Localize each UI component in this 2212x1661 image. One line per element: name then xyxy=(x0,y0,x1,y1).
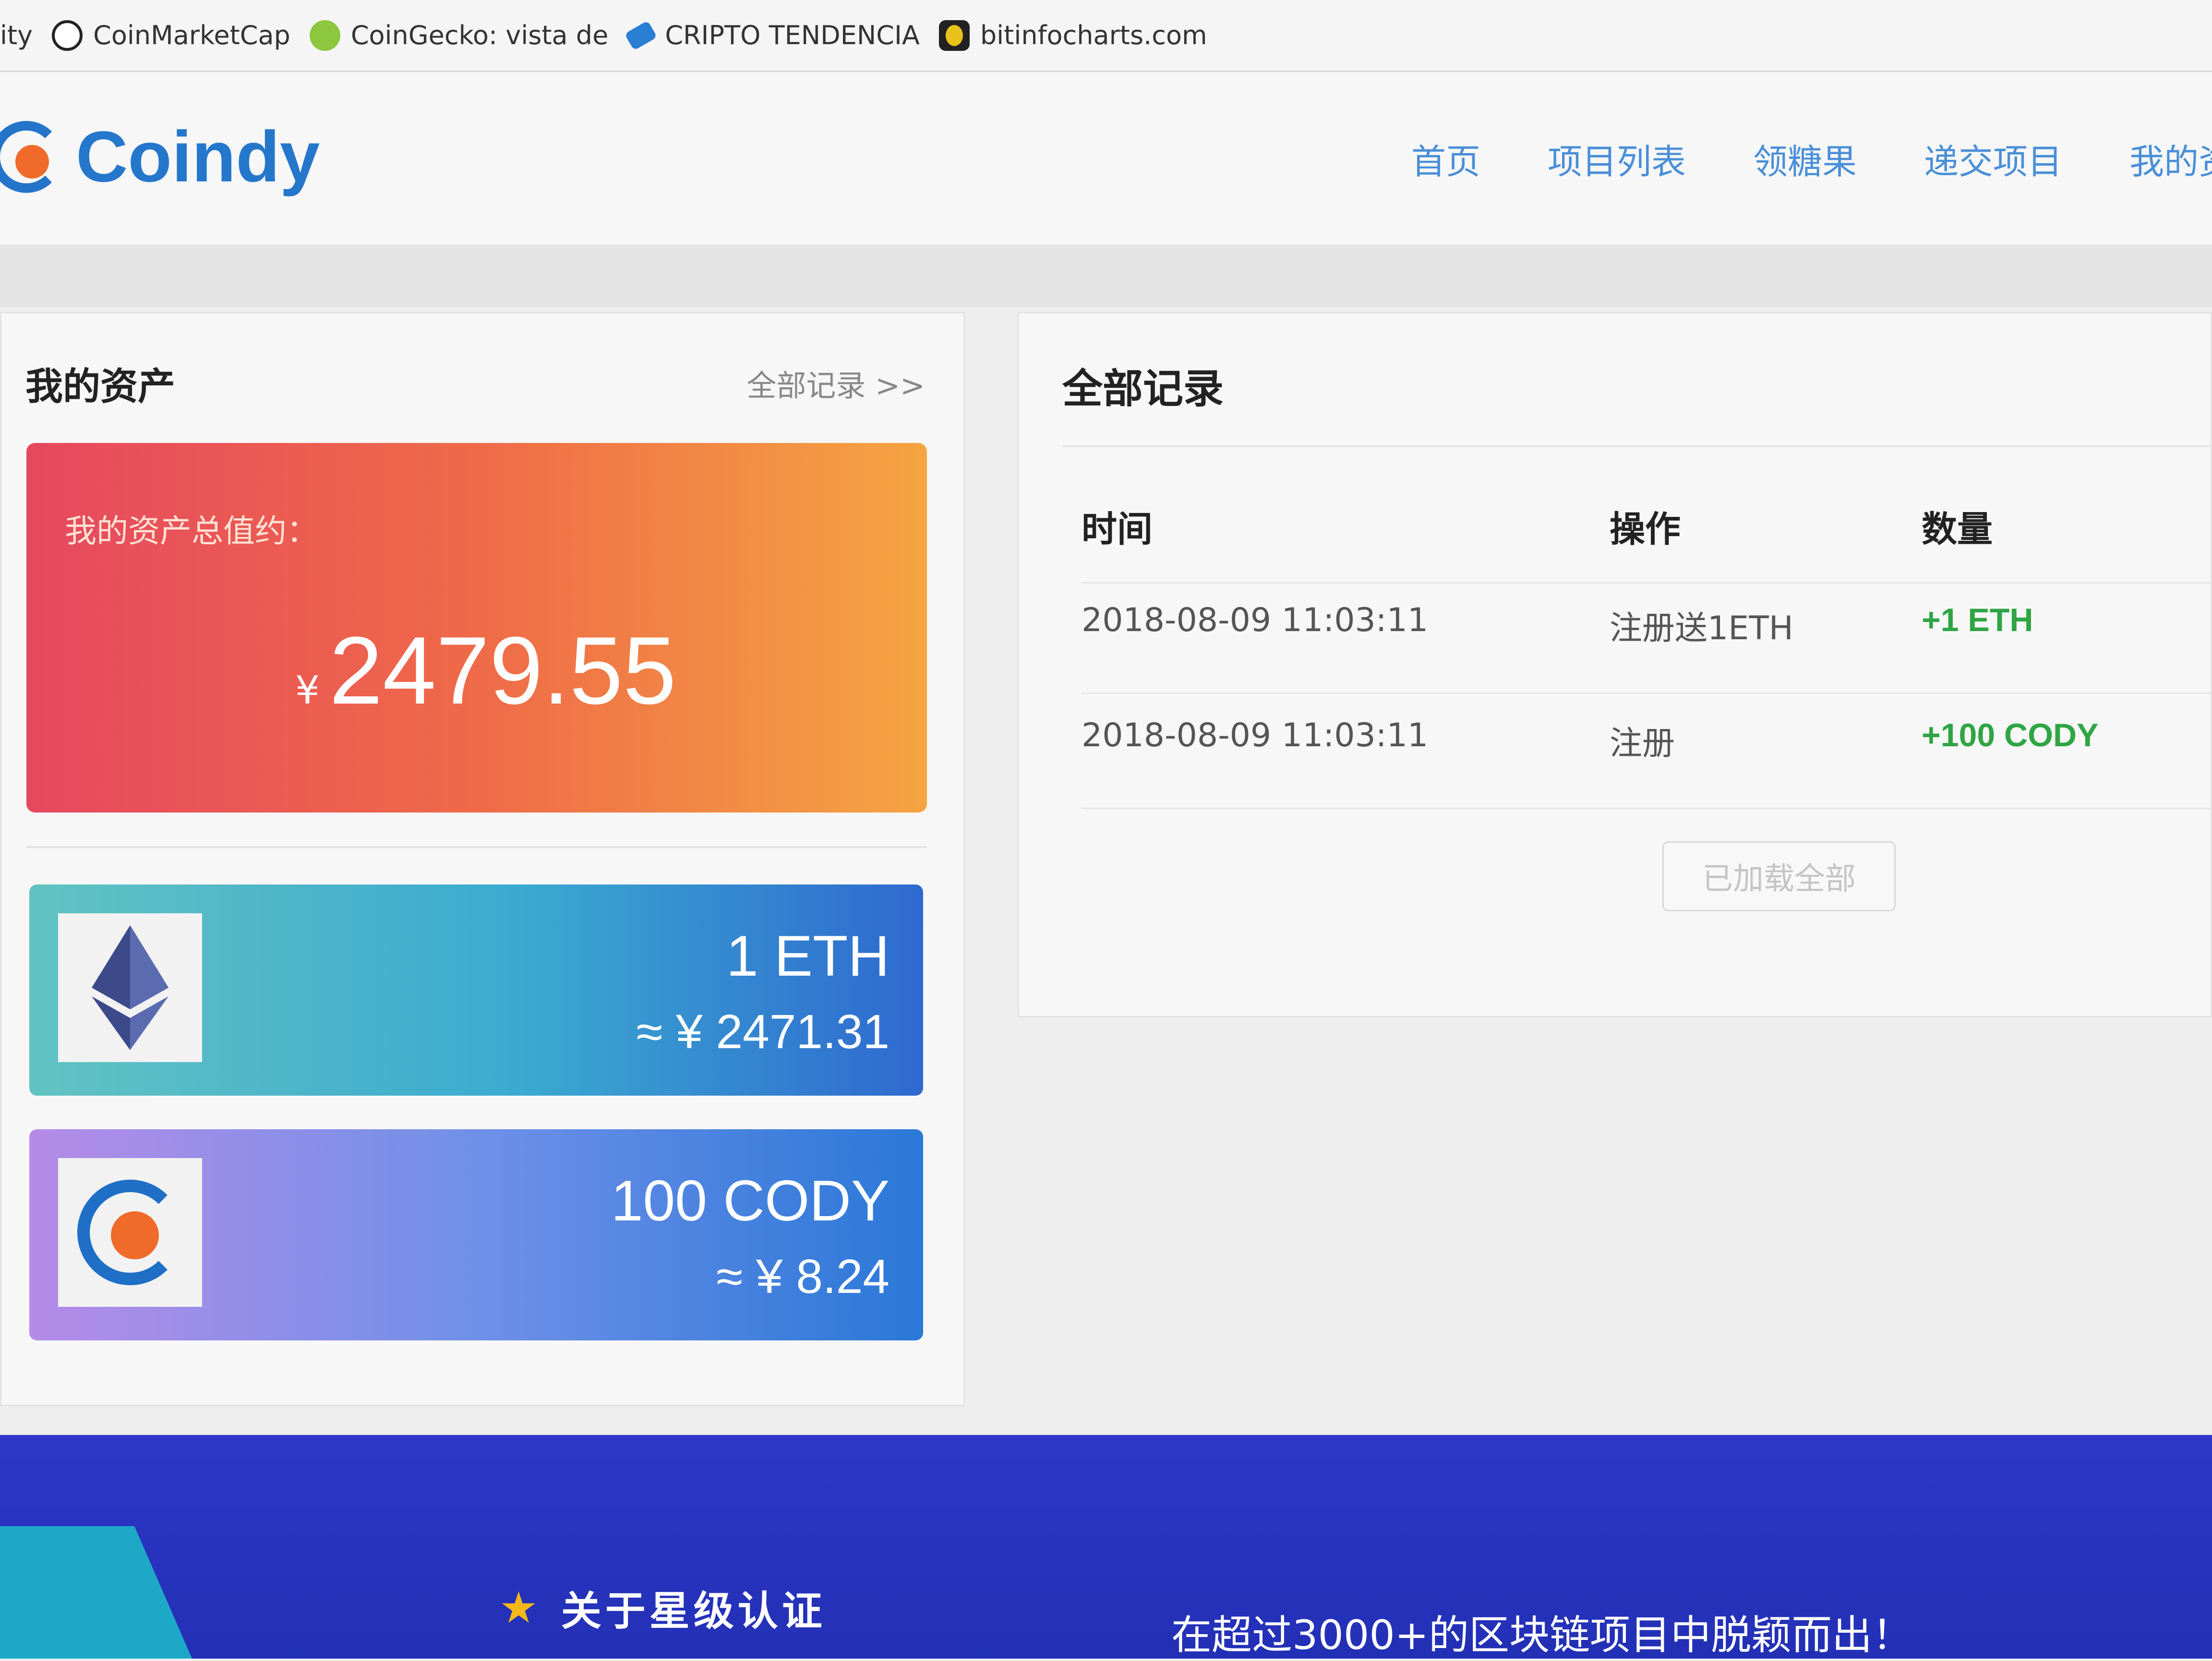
bookmark-bitinfocharts[interactable]: bitinfocharts.com xyxy=(938,20,1207,51)
main-nav: 首页 项目列表 领糖果 递交项目 我的资产 xyxy=(1411,133,2212,184)
footer-banner: ★ 关于星级认证 在超过3000+的区块链项目中脱颖而出！ xyxy=(0,1435,2212,1659)
logo-text: Coindy xyxy=(76,116,320,197)
footer-accent xyxy=(0,1526,192,1659)
total-assets-label: 我的资产总值约： xyxy=(65,513,318,550)
table-row: 2018-08-09 11:03:11 注册送1ETH +1 ETH xyxy=(1019,601,2212,669)
site-logo[interactable]: Coindy xyxy=(0,115,320,198)
footer-tagline: 在超过3000+的区块链项目中脱颖而出！ xyxy=(1171,1612,1913,1659)
record-quantity: +1 ETH xyxy=(1922,602,2033,638)
loaded-all-button[interactable]: 已加载全部 xyxy=(1662,841,1896,911)
divider xyxy=(1082,808,2212,809)
records-title: 全部记录 xyxy=(1062,365,1224,412)
assets-title: 我的资产 xyxy=(25,365,176,408)
column-header-quantity: 数量 xyxy=(1922,509,1993,550)
star-icon: ★ xyxy=(499,1583,542,1633)
record-quantity: +100 CODY xyxy=(1922,717,2099,753)
bookmark-cripto-tendencia[interactable]: CRIPTO TENDENCIA xyxy=(625,20,920,50)
asset-card-eth[interactable]: 1 ETH ≈ ¥ 2471.31 xyxy=(29,884,923,1096)
divider xyxy=(1062,445,2212,447)
nav-candy[interactable]: 领糖果 xyxy=(1753,133,1857,184)
coinmarketcap-icon xyxy=(52,20,83,51)
ethereum-icon xyxy=(92,925,168,1050)
bookmark-label: CRIPTO TENDENCIA xyxy=(665,20,920,50)
table-header: 时间 操作 数量 xyxy=(1019,501,2212,558)
divider xyxy=(1082,693,2212,694)
bookmark-coingecko[interactable]: CoinGecko: vista de xyxy=(309,20,609,51)
asset-icon-box xyxy=(58,913,202,1062)
coingecko-icon xyxy=(309,20,340,51)
currency-symbol: ¥ xyxy=(295,668,320,713)
asset-value: ≈ ¥ 2471.31 xyxy=(636,1005,890,1059)
header-band xyxy=(0,245,2212,307)
asset-value: ≈ ¥ 8.24 xyxy=(716,1250,890,1303)
nav-project-list[interactable]: 项目列表 xyxy=(1548,133,1686,184)
asset-card-cody[interactable]: 100 CODY ≈ ¥ 8.24 xyxy=(29,1129,923,1340)
record-action: 注册 xyxy=(1610,725,1675,763)
nav-my-assets[interactable]: 我的资产 xyxy=(2129,133,2212,184)
total-amount: 2479.55 xyxy=(329,617,676,724)
column-header-action: 操作 xyxy=(1610,509,1681,550)
nav-submit-project[interactable]: 递交项目 xyxy=(1924,133,2062,184)
cripto-tendencia-icon xyxy=(625,20,658,50)
asset-amount: 100 CODY xyxy=(611,1169,890,1233)
bookmarks-bar: ity CoinMarketCap CoinGecko: vista de CR… xyxy=(0,0,2212,72)
coindy-logo-icon xyxy=(0,120,62,193)
column-header-time: 时间 xyxy=(1082,509,1153,550)
asset-amount: 1 ETH xyxy=(726,924,890,988)
record-time: 2018-08-09 11:03:11 xyxy=(1082,601,1429,639)
star-certification-heading[interactable]: ★ 关于星级认证 xyxy=(499,1579,826,1637)
records-panel: 全部记录 时间 操作 数量 2018-08-09 11:03:11 注册送1ET… xyxy=(1018,312,2212,1017)
table-row: 2018-08-09 11:03:11 注册 +100 CODY xyxy=(1019,717,2212,784)
assets-panel: 我的资产 全部记录 >> 我的资产总值约： ¥ 2479.55 1 ETH ≈ … xyxy=(0,312,965,1406)
bookmark-coinmarketcap[interactable]: CoinMarketCap xyxy=(52,20,290,51)
total-assets-card: 我的资产总值约： ¥ 2479.55 xyxy=(26,443,927,813)
bookmark-label: bitinfocharts.com xyxy=(980,20,1207,50)
bookmark-label: ity xyxy=(0,20,33,50)
bookmark-partial[interactable]: ity xyxy=(0,20,33,50)
record-action: 注册送1ETH xyxy=(1610,609,1793,647)
bookmark-label: CoinMarketCap xyxy=(93,20,290,50)
divider xyxy=(26,846,927,848)
coindy-icon xyxy=(77,1180,183,1285)
asset-icon-box xyxy=(58,1158,202,1307)
total-assets-value: ¥ 2479.55 xyxy=(295,616,676,726)
nav-home[interactable]: 首页 xyxy=(1411,133,1480,184)
star-certification-label: 关于星级认证 xyxy=(561,1588,826,1635)
bitinfocharts-icon xyxy=(938,20,970,51)
divider xyxy=(1082,582,2212,584)
site-header: Coindy 首页 项目列表 领糖果 递交项目 我的资产 xyxy=(0,72,2212,245)
record-time: 2018-08-09 11:03:11 xyxy=(1082,717,1429,754)
bookmark-label: CoinGecko: vista de xyxy=(350,20,609,50)
all-records-link[interactable]: 全部记录 >> xyxy=(746,361,925,405)
